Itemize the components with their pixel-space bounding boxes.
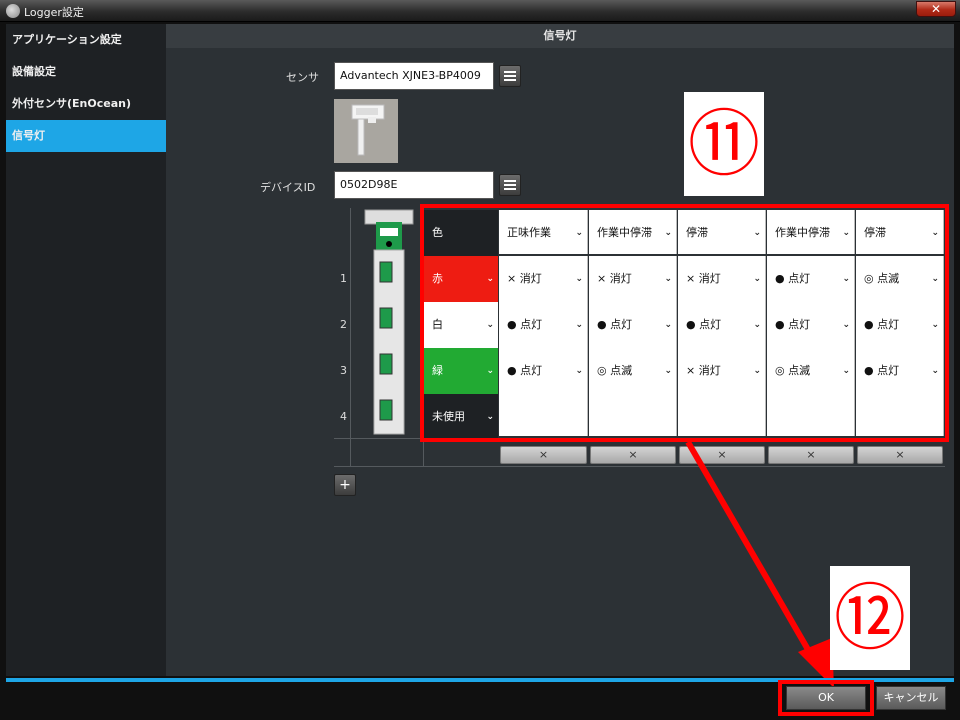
annotation-12: ⑫ <box>830 566 910 670</box>
highlight-box-ok <box>778 680 874 716</box>
annotation-arrow <box>685 440 834 688</box>
cancel-button[interactable]: キャンセル <box>876 686 946 710</box>
